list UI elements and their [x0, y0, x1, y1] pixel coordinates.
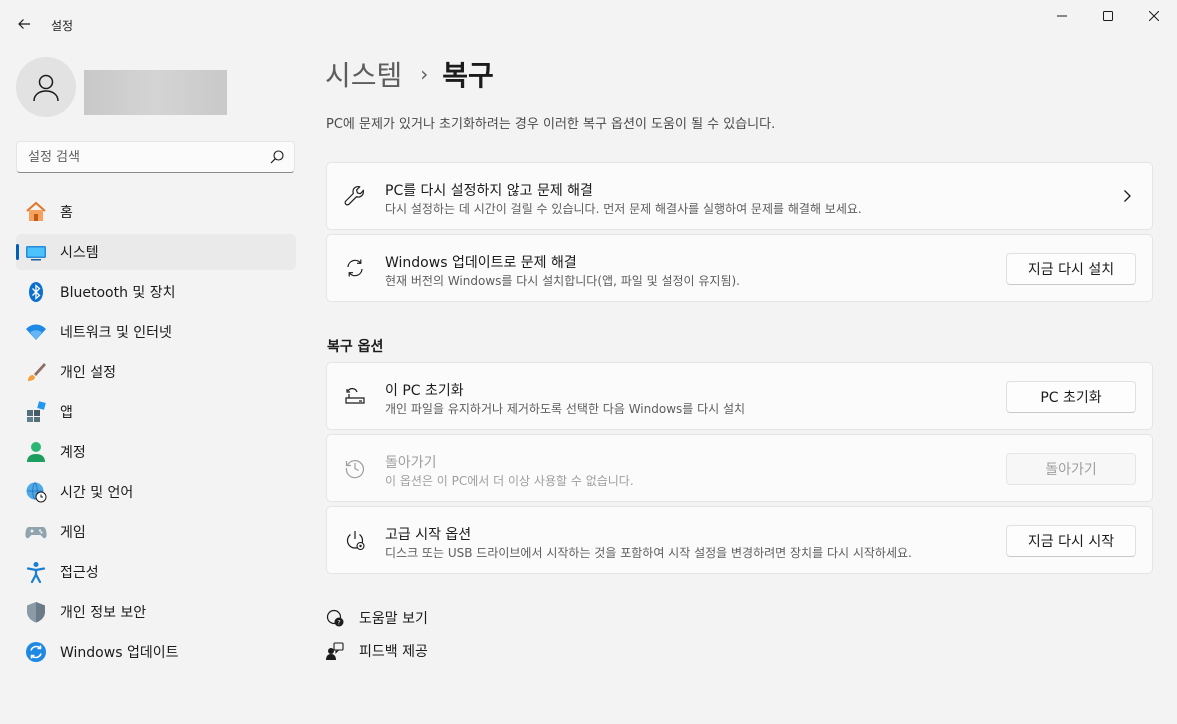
sidebar-item-label: 게임 [60, 525, 86, 541]
sidebar-nav: 홈 시스템 Bluetooth 및 장치 네트워크 및 인터넷 개인 설정 앱 [16, 194, 296, 674]
breadcrumb-separator-icon: › [420, 62, 429, 86]
sidebar-item-gaming[interactable]: 게임 [16, 514, 296, 550]
troubleshoot-card[interactable]: PC를 다시 설정하지 않고 문제 해결 다시 설정하는 데 시간이 걸릴 수 … [326, 162, 1153, 230]
back-button[interactable] [12, 12, 36, 36]
sidebar-item-network[interactable]: 네트워크 및 인터넷 [16, 314, 296, 350]
wrench-icon [344, 185, 365, 206]
chevron-right-icon [1124, 190, 1131, 202]
sidebar-item-time-language[interactable]: 시간 및 언어 [16, 474, 296, 510]
windows-update-icon [24, 640, 48, 664]
feedback-icon [325, 641, 345, 661]
sidebar-item-label: 시간 및 언어 [60, 485, 134, 501]
history-icon [345, 460, 364, 479]
wifi-icon [24, 320, 48, 344]
card-title: 이 PC 초기화 [385, 383, 464, 399]
apps-icon [24, 400, 48, 424]
globe-clock-icon [24, 480, 48, 504]
brush-icon [24, 360, 48, 384]
card-subtitle: 디스크 또는 USB 드라이브에서 시작하는 것을 포함하여 시작 설정을 변경… [385, 546, 912, 560]
reset-pc-icon [345, 388, 365, 404]
card-title: 고급 시작 옵션 [385, 527, 472, 543]
go-back-card: 돌아가기 이 옵션은 이 PC에서 더 이상 사용할 수 없습니다. 돌아가기 [326, 434, 1153, 502]
sidebar-item-bluetooth[interactable]: Bluetooth 및 장치 [16, 274, 296, 310]
gamepad-icon [24, 520, 48, 544]
account-icon [24, 440, 48, 464]
page-title: 복구 [442, 59, 494, 92]
sidebar-item-privacy[interactable]: 개인 정보 보안 [16, 594, 296, 630]
card-subtitle: 다시 설정하는 데 시간이 걸릴 수 있습니다. 먼저 문제 해결사를 실행하여… [385, 202, 862, 216]
sidebar-item-label: 네트워크 및 인터넷 [60, 325, 172, 341]
sidebar-item-label: 앱 [60, 405, 73, 421]
page-description: PC에 문제가 있거나 초기화하려는 경우 이러한 복구 옵션이 도움이 될 수… [326, 117, 776, 132]
title-bar: 설정 [0, 0, 1177, 48]
card-subtitle: 현재 버전의 Windows를 다시 설치합니다(앱, 파일 및 설정이 유지됨… [385, 274, 740, 288]
sidebar-item-label: 개인 설정 [60, 365, 116, 381]
refresh-icon [347, 259, 363, 277]
card-title: PC를 다시 설정하지 않고 문제 해결 [385, 183, 593, 199]
sidebar-item-label: 시스템 [60, 245, 99, 261]
minimize-icon [1057, 15, 1067, 17]
sidebar-item-label: Windows 업데이트 [60, 645, 179, 661]
help-link-label: 도움말 보기 [359, 611, 428, 627]
minimize-button[interactable] [1039, 0, 1085, 32]
window-controls [1039, 0, 1177, 32]
monitor-icon [24, 240, 48, 264]
advanced-startup-icon [346, 531, 365, 551]
search-box[interactable] [16, 141, 295, 173]
maximize-button[interactable] [1085, 0, 1131, 32]
restart-now-button[interactable]: 지금 다시 시작 [1006, 525, 1136, 557]
user-name-redacted [84, 70, 227, 115]
reinstall-now-button[interactable]: 지금 다시 설치 [1006, 253, 1136, 285]
app-title: 설정 [51, 19, 74, 33]
sidebar-item-label: 홈 [60, 205, 73, 221]
sidebar-item-label: Bluetooth 및 장치 [60, 285, 176, 301]
go-back-button: 돌아가기 [1006, 453, 1136, 485]
bluetooth-icon [24, 280, 48, 304]
card-title: Windows 업데이트로 문제 해결 [385, 255, 577, 271]
section-title-recovery-options: 복구 옵션 [327, 339, 384, 355]
back-arrow-icon [18, 19, 30, 29]
card-subtitle: 개인 파일을 유지하거나 제거하도록 선택한 다음 Windows를 다시 설치 [385, 402, 746, 416]
maximize-icon [1103, 11, 1113, 21]
help-link[interactable]: ? 도움말 보기 [325, 608, 428, 628]
search-icon[interactable] [270, 150, 284, 164]
card-title: 돌아가기 [385, 455, 437, 471]
home-icon [24, 200, 48, 224]
sidebar-item-label: 접근성 [60, 565, 99, 581]
user-icon [33, 74, 59, 102]
sidebar-item-windows-update[interactable]: Windows 업데이트 [16, 634, 296, 670]
svg-text:?: ? [337, 619, 340, 627]
search-input[interactable] [17, 142, 257, 172]
sidebar-item-system[interactable]: 시스템 [16, 234, 296, 270]
windows-update-fix-card: Windows 업데이트로 문제 해결 현재 버전의 Windows를 다시 설… [326, 234, 1153, 302]
sidebar-item-personalization[interactable]: 개인 설정 [16, 354, 296, 390]
sidebar-item-home[interactable]: 홈 [16, 194, 296, 230]
sidebar-item-label: 계정 [60, 445, 86, 461]
reset-pc-card: 이 PC 초기화 개인 파일을 유지하거나 제거하도록 선택한 다음 Windo… [326, 362, 1153, 430]
breadcrumb: 시스템 › 복구 [325, 54, 494, 94]
card-subtitle: 이 옵션은 이 PC에서 더 이상 사용할 수 없습니다. [385, 474, 634, 488]
feedback-link-label: 피드백 제공 [359, 644, 428, 660]
close-button[interactable] [1131, 0, 1177, 32]
breadcrumb-parent[interactable]: 시스템 [325, 54, 402, 94]
advanced-startup-card: 고급 시작 옵션 디스크 또는 USB 드라이브에서 시작하는 것을 포함하여 … [326, 506, 1153, 574]
sidebar-item-label: 개인 정보 보안 [60, 605, 147, 621]
accessibility-icon [24, 560, 48, 584]
feedback-link[interactable]: 피드백 제공 [325, 641, 428, 661]
sidebar-item-accounts[interactable]: 계정 [16, 434, 296, 470]
close-icon [1149, 11, 1159, 21]
shield-icon [24, 600, 48, 624]
avatar[interactable] [16, 57, 76, 117]
help-icon: ? [325, 608, 345, 628]
reset-pc-button[interactable]: PC 초기화 [1006, 381, 1136, 413]
sidebar-item-apps[interactable]: 앱 [16, 394, 296, 430]
sidebar-item-accessibility[interactable]: 접근성 [16, 554, 296, 590]
